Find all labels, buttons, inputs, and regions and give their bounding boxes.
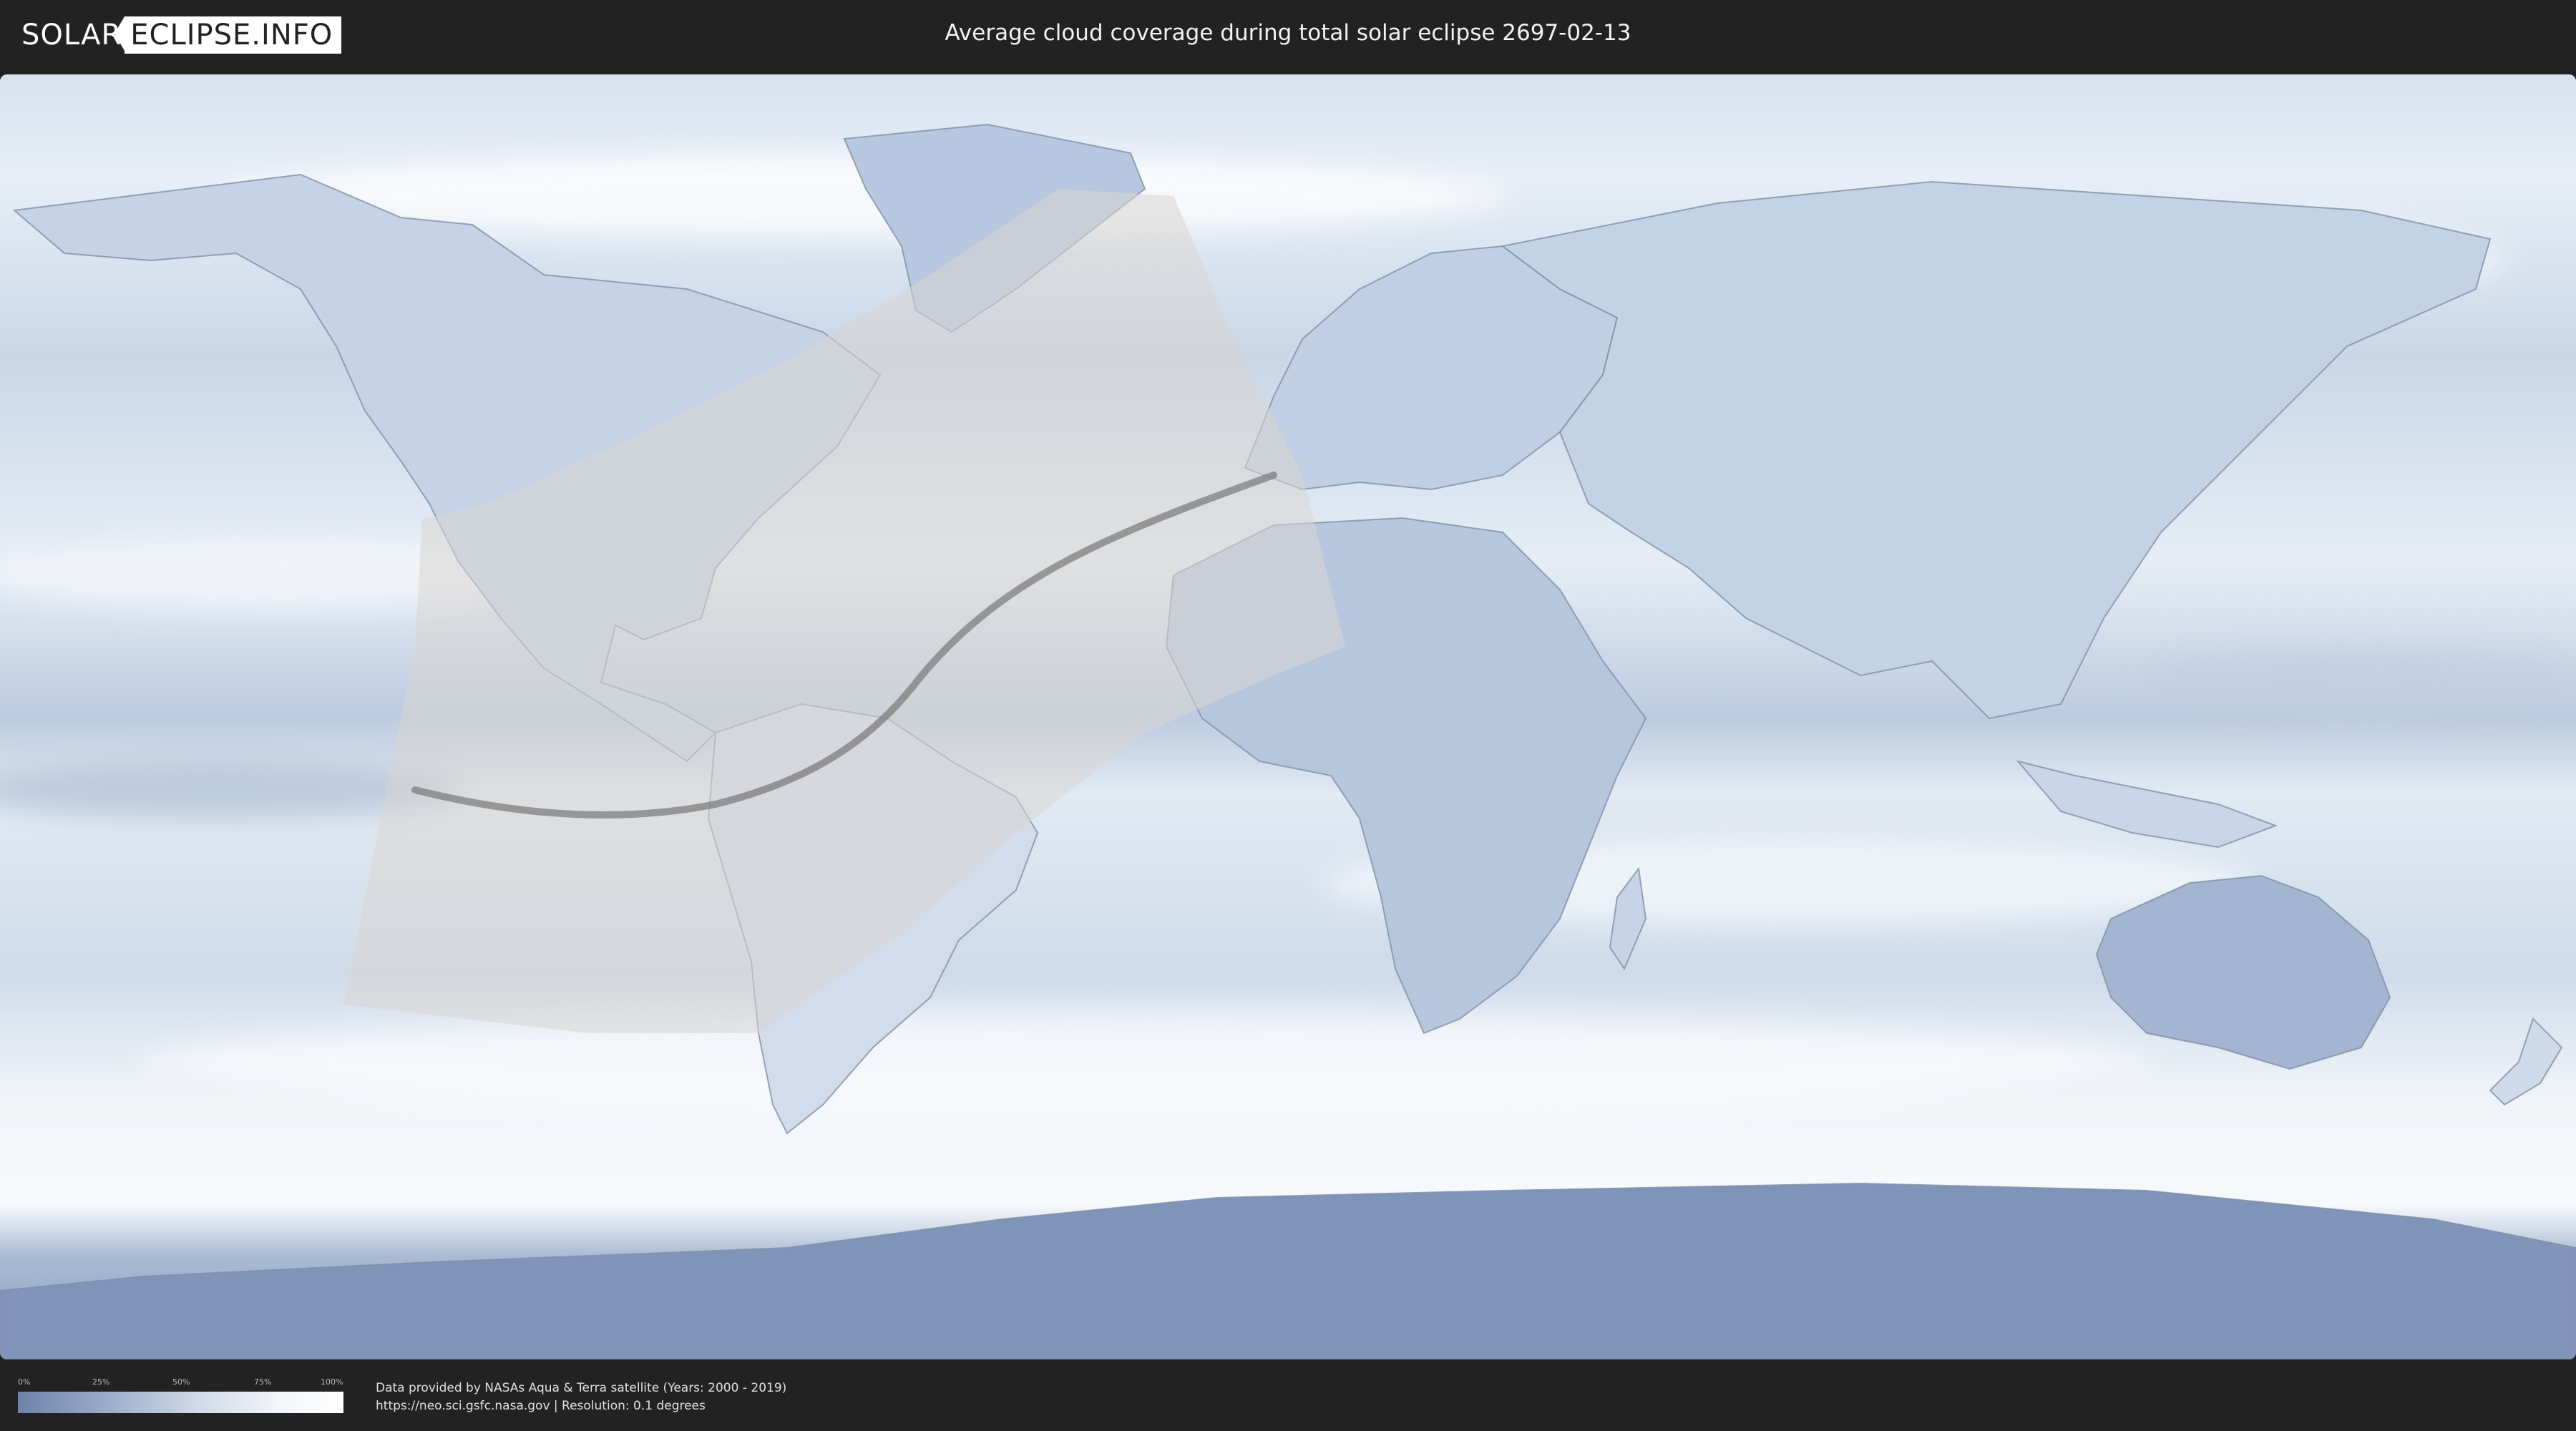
header-bar: SOLAR ECLIPSE.INFO Average cloud coverag… (0, 0, 2576, 72)
page-title: Average cloud coverage during total sola… (945, 20, 1631, 46)
world-map-svg (0, 74, 2576, 1359)
credits-source: Data provided by NASAs Aqua & Terra sate… (376, 1381, 787, 1395)
legend-tick-0: 0% (18, 1377, 31, 1387)
credits-link[interactable]: https://neo.sci.gsfc.nasa.gov | Resoluti… (376, 1397, 786, 1415)
legend-ticks: 0% 25% 50% 75% 100% (18, 1377, 343, 1389)
legend-tick-75: 75% (254, 1377, 272, 1387)
cloud-coverage-map[interactable] (0, 74, 2576, 1359)
legend-color-bar (18, 1392, 343, 1413)
cloud-coverage-legend: 0% 25% 50% 75% 100% (18, 1377, 343, 1413)
legend-tick-100: 100% (321, 1377, 343, 1387)
legend-tick-50: 50% (172, 1377, 190, 1387)
data-credits: Data provided by NASAs Aqua & Terra sate… (376, 1379, 786, 1415)
legend-tick-25: 25% (92, 1377, 110, 1387)
